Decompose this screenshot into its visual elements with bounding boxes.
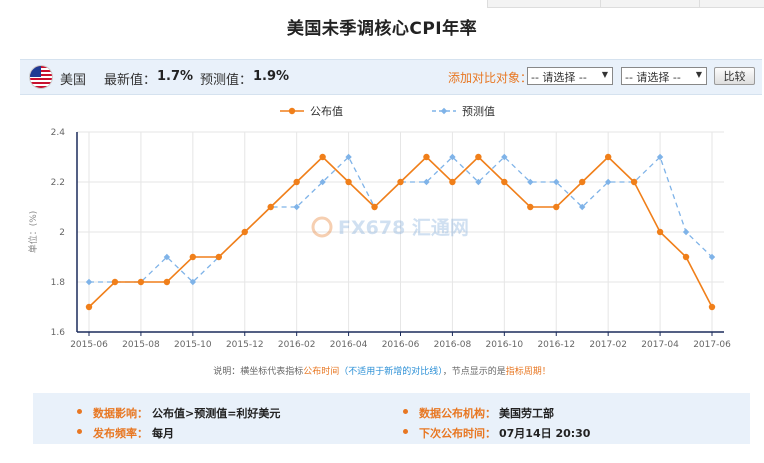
- compare-select-1[interactable]: -- 请选择 -- ▼: [527, 67, 613, 85]
- y-axis-label: 单位：(%): [27, 211, 39, 254]
- y-tick-label: 1.6: [51, 328, 66, 338]
- data-point-actual: [527, 203, 534, 211]
- data-point-actual: [267, 203, 274, 211]
- data-point-actual: [319, 153, 326, 161]
- data-point-actual: [189, 253, 197, 261]
- note-suffix: ！: [541, 367, 551, 377]
- data-point-actual: [423, 153, 430, 161]
- data-point-actual: [241, 228, 248, 236]
- data-point-actual: [111, 278, 119, 286]
- watermark-text: FX678 汇通网: [338, 217, 469, 239]
- data-point-actual: [553, 203, 560, 211]
- data-point-actual: [682, 253, 690, 261]
- watermark-icon: [311, 216, 333, 238]
- watermark-logo: FX678 汇通网: [311, 216, 469, 239]
- data-point-forecast: [85, 278, 93, 286]
- note-prefix: 说明：横坐标代表指标: [213, 367, 304, 377]
- details-box: 数据影响： 公布值>预测值=利好美元 发布频率： 每月 数据公布机构： 美国劳工…: [33, 393, 750, 444]
- data-point-actual: [85, 303, 93, 311]
- forecast-value: 1.9%: [253, 69, 290, 84]
- y-tick-label: 2.4: [51, 128, 66, 138]
- data-point-actual: [215, 253, 222, 261]
- x-tick-label: 2016-08: [434, 340, 472, 350]
- data-point-actual: [630, 178, 638, 186]
- note-highlight-period: 指标周期: [505, 367, 542, 377]
- data-point-actual: [656, 228, 664, 236]
- detail-impact-label: 数据影响：: [93, 407, 148, 420]
- data-point-actual: [137, 278, 145, 286]
- dropdown-arrow-icon: ▼: [695, 70, 702, 79]
- bullet-icon: [403, 429, 408, 434]
- bullet-icon: [77, 429, 82, 434]
- data-point-actual: [345, 178, 352, 186]
- data-point-actual: [708, 303, 716, 311]
- legend-marker-forecast: [440, 107, 448, 115]
- compare-select-1-value: -- 请选择 --: [531, 71, 587, 84]
- legend-label-forecast: 预测值: [462, 105, 495, 118]
- data-point-actual: [397, 178, 404, 186]
- data-point-actual: [163, 278, 171, 286]
- top-tab-strip: [0, 0, 764, 8]
- note-middle: ，节点显示的是: [442, 367, 506, 377]
- detail-frequency-value: 每月: [152, 427, 174, 440]
- detail-impact-value: 公布值>预测值=利好美元: [152, 407, 281, 420]
- latest-value: 1.7%: [157, 69, 194, 84]
- detail-next-release-label: 下次公布时间：: [419, 427, 496, 440]
- x-tick-label: 2016-04: [330, 340, 368, 350]
- x-tick-label: 2016-02: [278, 340, 316, 350]
- data-point-actual: [449, 178, 456, 186]
- x-tick-label: 2017-06: [693, 340, 731, 350]
- data-point-actual: [579, 178, 586, 186]
- compare-select-2[interactable]: -- 请选择 -- ▼: [621, 67, 707, 85]
- data-point-actual: [501, 178, 508, 186]
- us-flag-icon: [30, 66, 52, 88]
- data-point-actual: [604, 153, 612, 161]
- x-tick-label: 2016-10: [486, 340, 524, 350]
- cpi-line-chart: 2.4 2.2 2 1.8 1.6 2015-06 2015-08 2015-10 2015-1…: [27, 105, 731, 350]
- legend-label-actual: 公布值: [310, 105, 343, 118]
- x-tick-label: 2017-02: [589, 340, 627, 350]
- note-paren: （不适用于新增的对比线）: [339, 367, 443, 377]
- y-tick-label: 2: [59, 228, 65, 238]
- detail-agency-label: 数据公布机构：: [419, 407, 496, 420]
- country-label: 美国: [60, 73, 87, 88]
- forecast-label: 预测值：: [200, 73, 253, 88]
- compare-button[interactable]: 比较: [714, 67, 755, 85]
- data-point-actual: [293, 178, 300, 186]
- compare-select-2-value: -- 请选择 --: [625, 71, 681, 84]
- detail-frequency-label: 发布频率：: [93, 427, 148, 440]
- x-tick-label: 2017-04: [641, 340, 679, 350]
- detail-agency-value: 美国劳工部: [499, 407, 554, 420]
- data-point-actual: [475, 153, 482, 161]
- chart-note: 说明：横坐标代表指标公布时间（不适用于新增的对比线），节点显示的是指标周期！: [0, 364, 764, 377]
- y-tick-label: 2.2: [51, 178, 65, 188]
- y-tick-label: 1.8: [51, 278, 66, 288]
- page-title: 美国未季调核心CPI年率: [286, 19, 478, 39]
- compare-label: 添加对比对象：: [448, 71, 533, 85]
- dropdown-arrow-icon: ▼: [601, 70, 608, 79]
- note-highlight-time: 公布时间: [303, 367, 340, 377]
- bullet-icon: [403, 409, 408, 414]
- data-point-forecast: [682, 228, 690, 236]
- info-bar: 美国 最新值： 1.7% 预测值： 1.9% 添加对比对象： -- 请选择 --…: [20, 59, 762, 95]
- x-tick-label: 2015-10: [174, 340, 212, 350]
- x-tick-label: 2015-08: [122, 340, 160, 350]
- bullet-icon: [77, 409, 82, 414]
- x-tick-label: 2016-12: [537, 340, 575, 350]
- x-tick-label: 2016-06: [382, 340, 420, 350]
- x-tick-label: 2015-06: [70, 340, 108, 350]
- x-tick-label: 2015-12: [226, 340, 264, 350]
- detail-next-release-value: 07月14日 20:30: [499, 427, 591, 440]
- data-point-actual: [371, 203, 378, 211]
- legend-marker-actual: [288, 107, 296, 115]
- latest-label: 最新值：: [104, 73, 157, 88]
